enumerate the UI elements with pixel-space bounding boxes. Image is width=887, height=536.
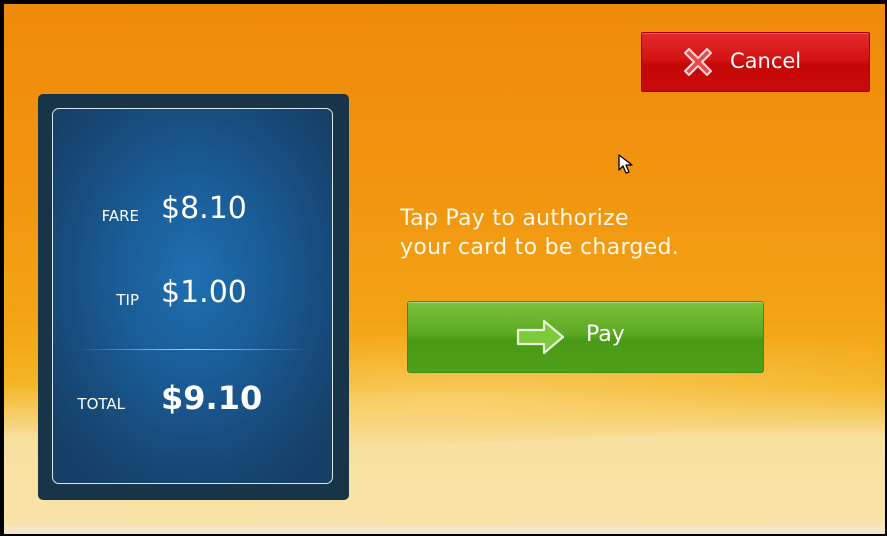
fare-summary-panel: FARE $8.10 TIP $1.00 TOTAL $9.10 [38,94,349,500]
payment-screen: FARE $8.10 TIP $1.00 TOTAL $9.10 Tap Pay… [4,4,885,534]
instruction-line-1: Tap Pay to authorize [400,206,629,231]
cancel-button-label: Cancel [730,49,802,73]
total-label: TOTAL [77,395,125,413]
tip-label: TIP [116,291,139,309]
fare-value: $8.10 [161,191,247,226]
bottom-strip [4,526,885,534]
total-value: $9.10 [161,379,263,417]
pay-button[interactable]: Pay [407,301,764,373]
mouse-cursor-icon [618,154,633,174]
arrow-right-icon [516,319,565,355]
instruction-message: Tap Pay to authorize your card to be cha… [400,204,820,262]
close-x-icon [684,48,712,76]
tip-value: $1.00 [161,275,247,310]
fare-summary-inner: FARE $8.10 TIP $1.00 TOTAL $9.10 [52,108,333,484]
pay-button-label: Pay [586,322,625,347]
fare-label: FARE [101,207,139,225]
instruction-line-2: your card to be charged. [400,235,680,260]
total-divider [75,349,310,350]
cancel-button[interactable]: Cancel [641,32,870,92]
